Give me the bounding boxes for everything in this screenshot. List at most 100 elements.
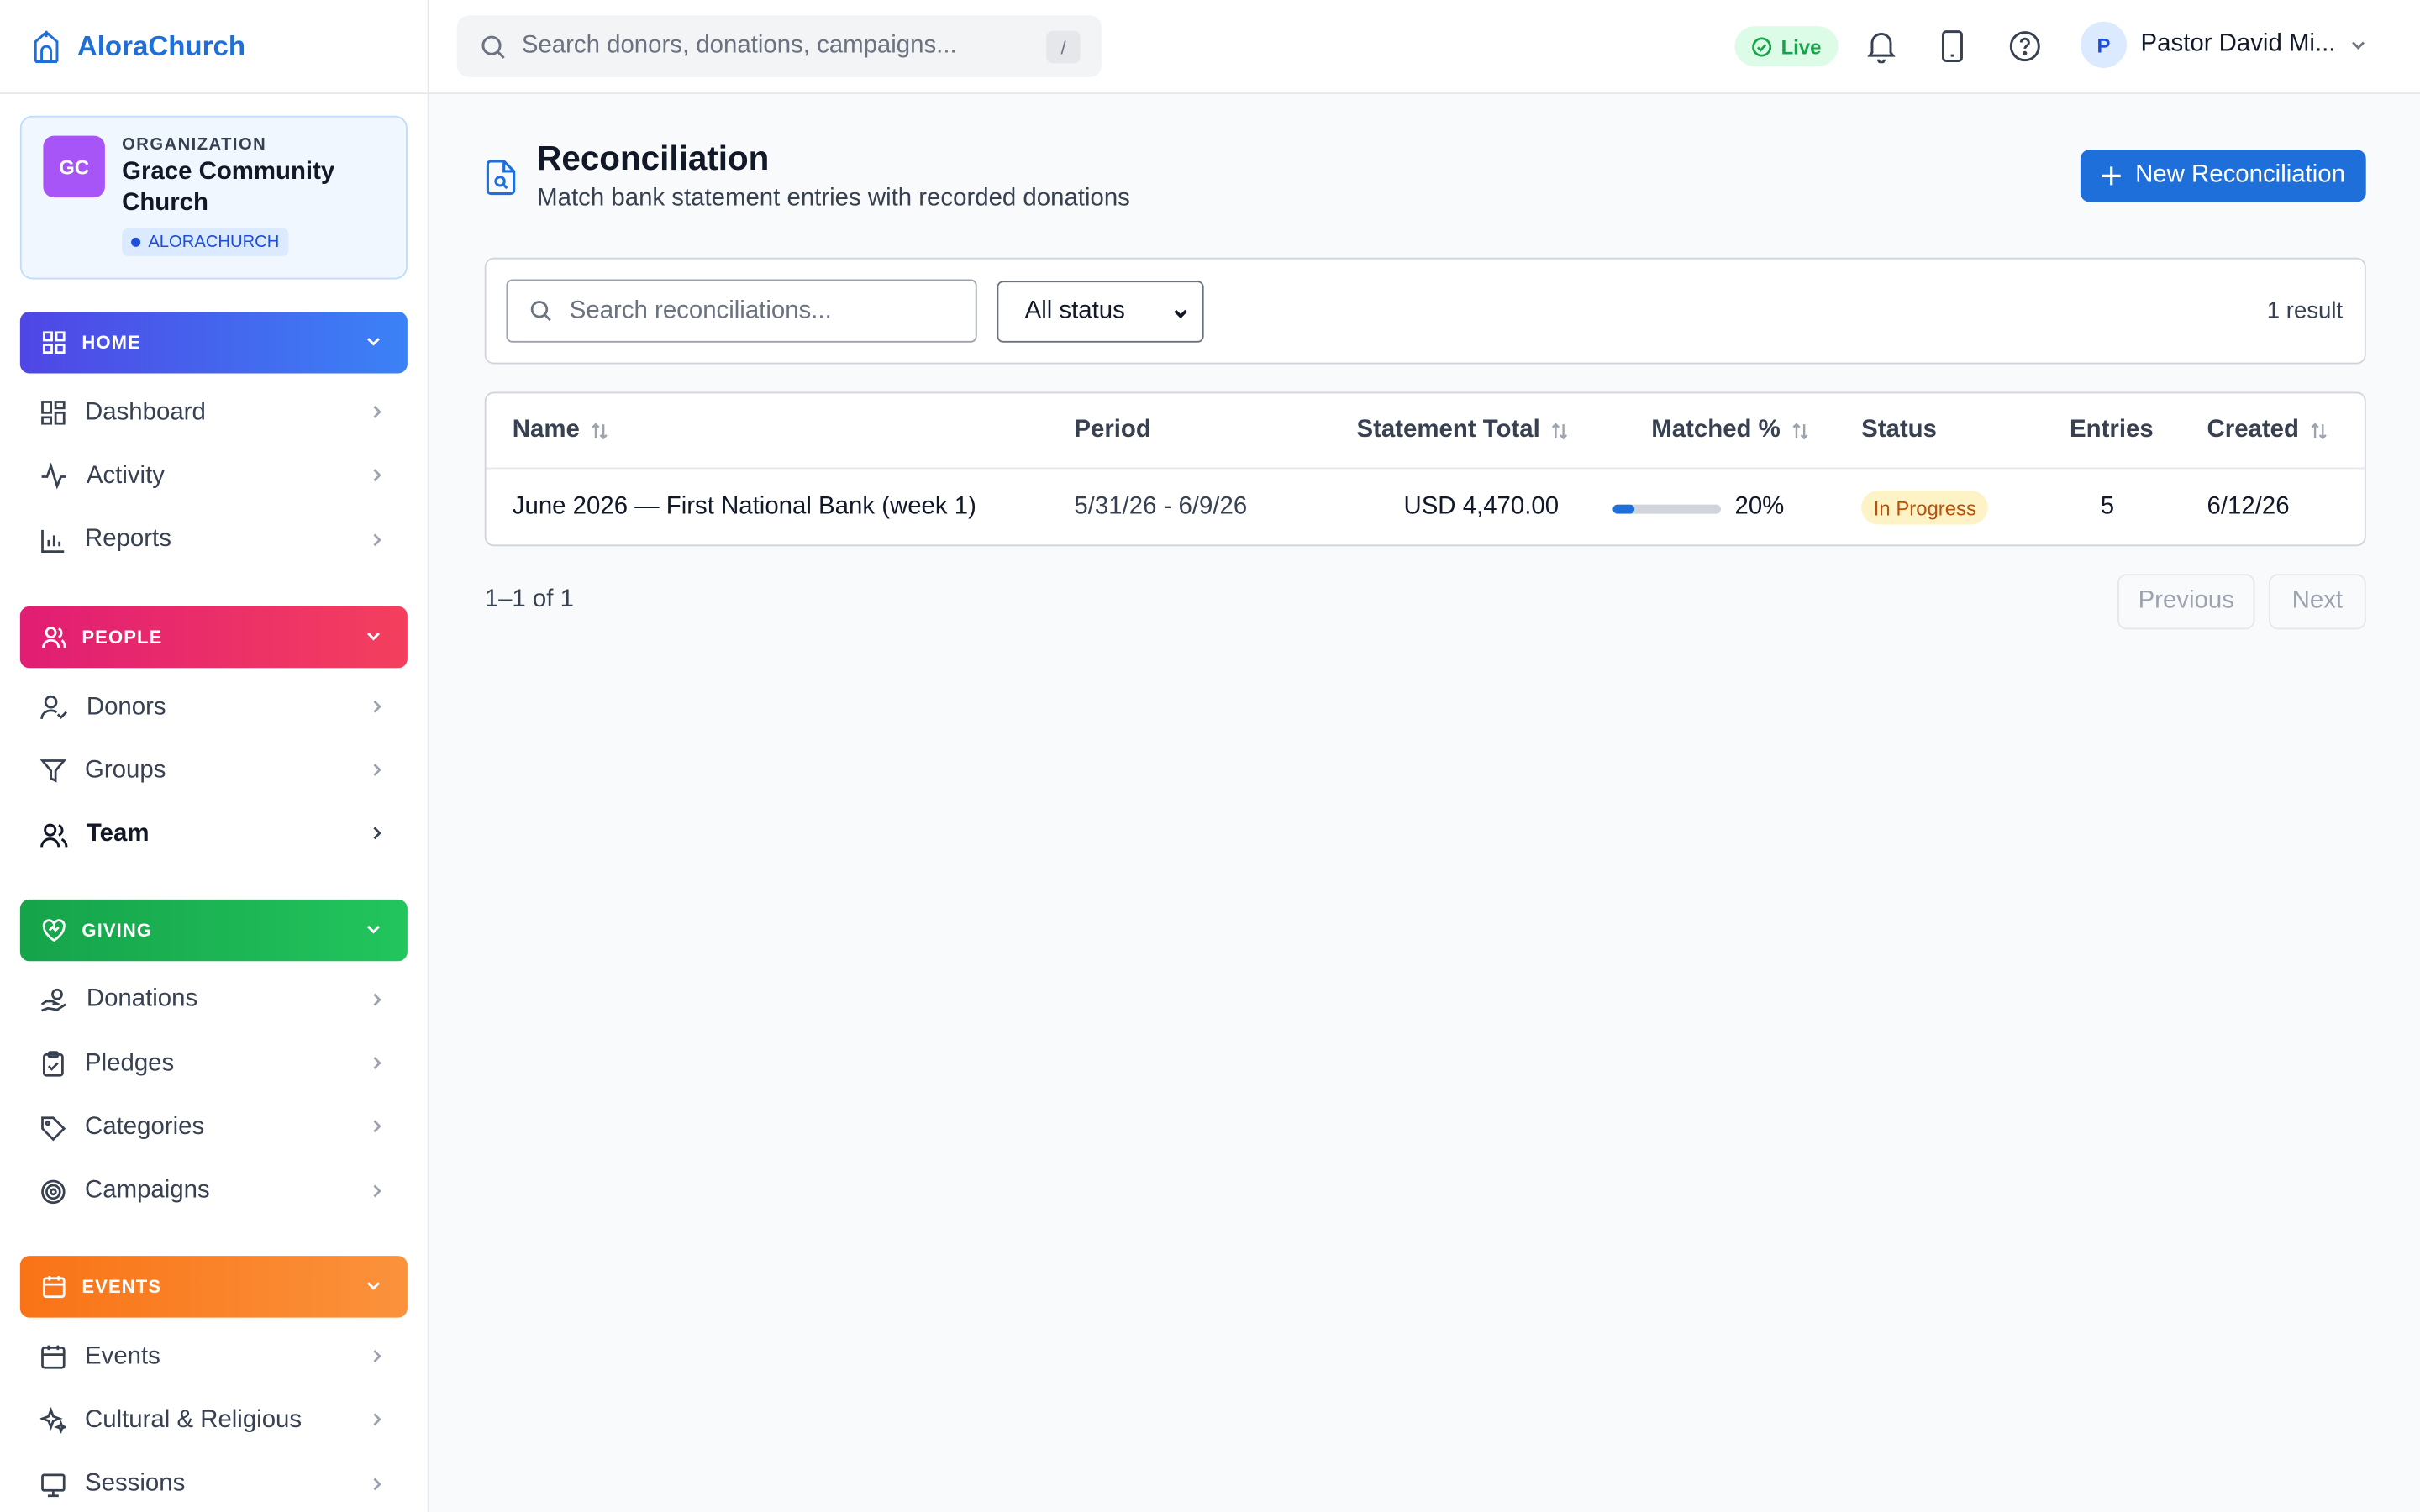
new-reconciliation-button[interactable]: New Reconciliation: [2080, 150, 2366, 202]
sort-icon: [1791, 422, 1807, 439]
calendar-icon: [42, 1275, 66, 1299]
result-count: 1 result: [2266, 297, 2344, 324]
previous-page-button[interactable]: Previous: [2118, 574, 2255, 630]
brand-name: AloraChurch: [76, 29, 246, 61]
sidebar-item-label: Donations: [86, 986, 198, 1013]
next-page-button[interactable]: Next: [2269, 574, 2366, 630]
section-title-giving: GIVING: [82, 919, 153, 942]
sidebar-item-activity[interactable]: Activity: [0, 445, 428, 509]
column-header-matched[interactable]: Matched %: [1651, 417, 1809, 444]
church-logo-icon: [34, 30, 59, 63]
chevron-right-icon: [373, 700, 381, 713]
section-header-giving[interactable]: GIVING: [19, 899, 408, 961]
sidebar-item-label: Reports: [85, 526, 171, 553]
chevron-right-icon: [373, 469, 381, 482]
filter-icon: [39, 759, 66, 784]
chevron-right-icon: [373, 1477, 381, 1490]
grid-icon: [42, 331, 66, 354]
org-label: ORGANIZATION: [122, 135, 267, 155]
sidebar: AloraChurch GC ORGANIZATION Grace Commun…: [0, 0, 429, 1512]
sidebar-item-groups[interactable]: Groups: [0, 739, 428, 803]
chevron-right-icon: [373, 533, 381, 546]
sidebar-item-label: Cultural & Religious: [85, 1406, 302, 1434]
sidebar-item-label: Team: [86, 821, 150, 848]
sidebar-item-label: Groups: [85, 757, 166, 784]
global-search-placeholder: Search donors, donations, campaigns...: [521, 32, 957, 59]
column-header-statement-total[interactable]: Statement Total: [1356, 417, 1569, 444]
sidebar-item-team[interactable]: Team: [0, 803, 428, 867]
column-header-label: Status: [1861, 416, 1937, 444]
cell-period: 5/31/26 - 6/9/26: [1074, 493, 1248, 520]
tag-icon: [41, 1116, 66, 1141]
live-status-badge: Live: [1734, 26, 1839, 66]
dashboard-icon: [41, 401, 66, 425]
sidebar-item-campaigns[interactable]: Campaigns: [0, 1160, 428, 1224]
section-header-events[interactable]: EVENTS: [19, 1256, 408, 1318]
section-header-people[interactable]: PEOPLE: [19, 606, 408, 669]
chevron-down-icon: [367, 632, 380, 641]
section-header-home[interactable]: HOME: [19, 312, 408, 374]
column-header-period: Period: [1074, 417, 1150, 444]
target-icon: [41, 1179, 66, 1204]
global-search-input[interactable]: Search donors, donations, campaigns... /: [456, 15, 1102, 77]
column-header-label: Created: [2207, 416, 2299, 444]
top-bar: Search donors, donations, campaigns... /…: [429, 0, 2420, 95]
user-menu[interactable]: P Pastor David Mi...: [2080, 21, 2368, 68]
mobile-icon[interactable]: [1940, 29, 1965, 63]
help-circle-icon[interactable]: [2008, 29, 2042, 63]
chevron-right-icon: [373, 827, 381, 841]
bell-icon[interactable]: [1866, 29, 1897, 64]
sidebar-item-label: Campaigns: [85, 1178, 210, 1205]
column-header-name[interactable]: Name: [513, 417, 609, 444]
filter-bar: Search reconciliations... All status 1 r…: [484, 257, 2366, 365]
brand[interactable]: AloraChurch: [0, 0, 428, 95]
sidebar-item-dashboard[interactable]: Dashboard: [0, 381, 428, 445]
chevron-right-icon: [373, 993, 381, 1006]
sidebar-item-categories[interactable]: Categories: [0, 1096, 428, 1160]
chevron-down-icon: [367, 338, 380, 346]
sidebar-item-sessions[interactable]: Sessions: [0, 1452, 428, 1512]
sidebar-item-events[interactable]: Events: [0, 1326, 428, 1389]
reconciliation-search-input[interactable]: Search reconciliations...: [506, 279, 977, 343]
cell-matched-pct: 20%: [1734, 493, 1785, 520]
column-header-label: Period: [1074, 416, 1151, 444]
chevron-right-icon: [373, 1413, 381, 1426]
clipboard-check-icon: [42, 1051, 64, 1077]
status-filter-select[interactable]: All status: [997, 281, 1204, 343]
sidebar-item-donors[interactable]: Donors: [0, 675, 428, 739]
page-subtitle: Match bank statement entries with record…: [537, 185, 1130, 212]
sidebar-item-cultural-religious[interactable]: Cultural & Religious: [0, 1389, 428, 1453]
status-badge: In Progress: [1861, 491, 1989, 525]
search-icon: [530, 301, 551, 322]
search-shortcut-key: /: [1046, 30, 1081, 64]
calendar-icon: [41, 1345, 66, 1369]
heart-handshake-icon: [42, 918, 66, 942]
sidebar-item-reports[interactable]: Reports: [0, 508, 428, 572]
sidebar-item-pledges[interactable]: Pledges: [0, 1032, 428, 1096]
new-reconciliation-label: New Reconciliation: [2135, 161, 2345, 189]
column-header-entries: Entries: [2070, 417, 2154, 444]
chevron-right-icon: [373, 1121, 381, 1133]
chevron-right-icon: [373, 1057, 381, 1070]
sidebar-item-label: Donors: [86, 693, 166, 720]
org-badge-dot: [131, 237, 141, 247]
pagination-range: 1–1 of 1: [484, 585, 574, 613]
org-avatar: GC: [43, 135, 105, 198]
sparkles-icon: [39, 1407, 66, 1435]
sidebar-item-label: Categories: [85, 1114, 205, 1141]
org-badge-label: ALORACHURCH: [148, 233, 280, 252]
column-header-created[interactable]: Created: [2207, 417, 2328, 444]
bar-chart-icon: [41, 529, 65, 553]
cell-entries: 5: [2100, 493, 2115, 520]
column-header-status: Status: [1861, 417, 1937, 444]
activity-icon: [41, 463, 66, 491]
matched-progress-fill: [1612, 504, 1635, 514]
sidebar-item-donations[interactable]: Donations: [0, 969, 428, 1032]
check-circle-icon: [1752, 36, 1772, 56]
sidebar-item-label: Events: [85, 1343, 160, 1370]
column-header-label: Matched %: [1651, 416, 1781, 444]
header-divider: [486, 467, 2365, 470]
organization-card[interactable]: GC ORGANIZATION Grace Community Church A…: [19, 115, 408, 280]
cell-statement-total: USD 4,470.00: [1403, 493, 1560, 520]
column-header-label: Name: [512, 416, 580, 444]
